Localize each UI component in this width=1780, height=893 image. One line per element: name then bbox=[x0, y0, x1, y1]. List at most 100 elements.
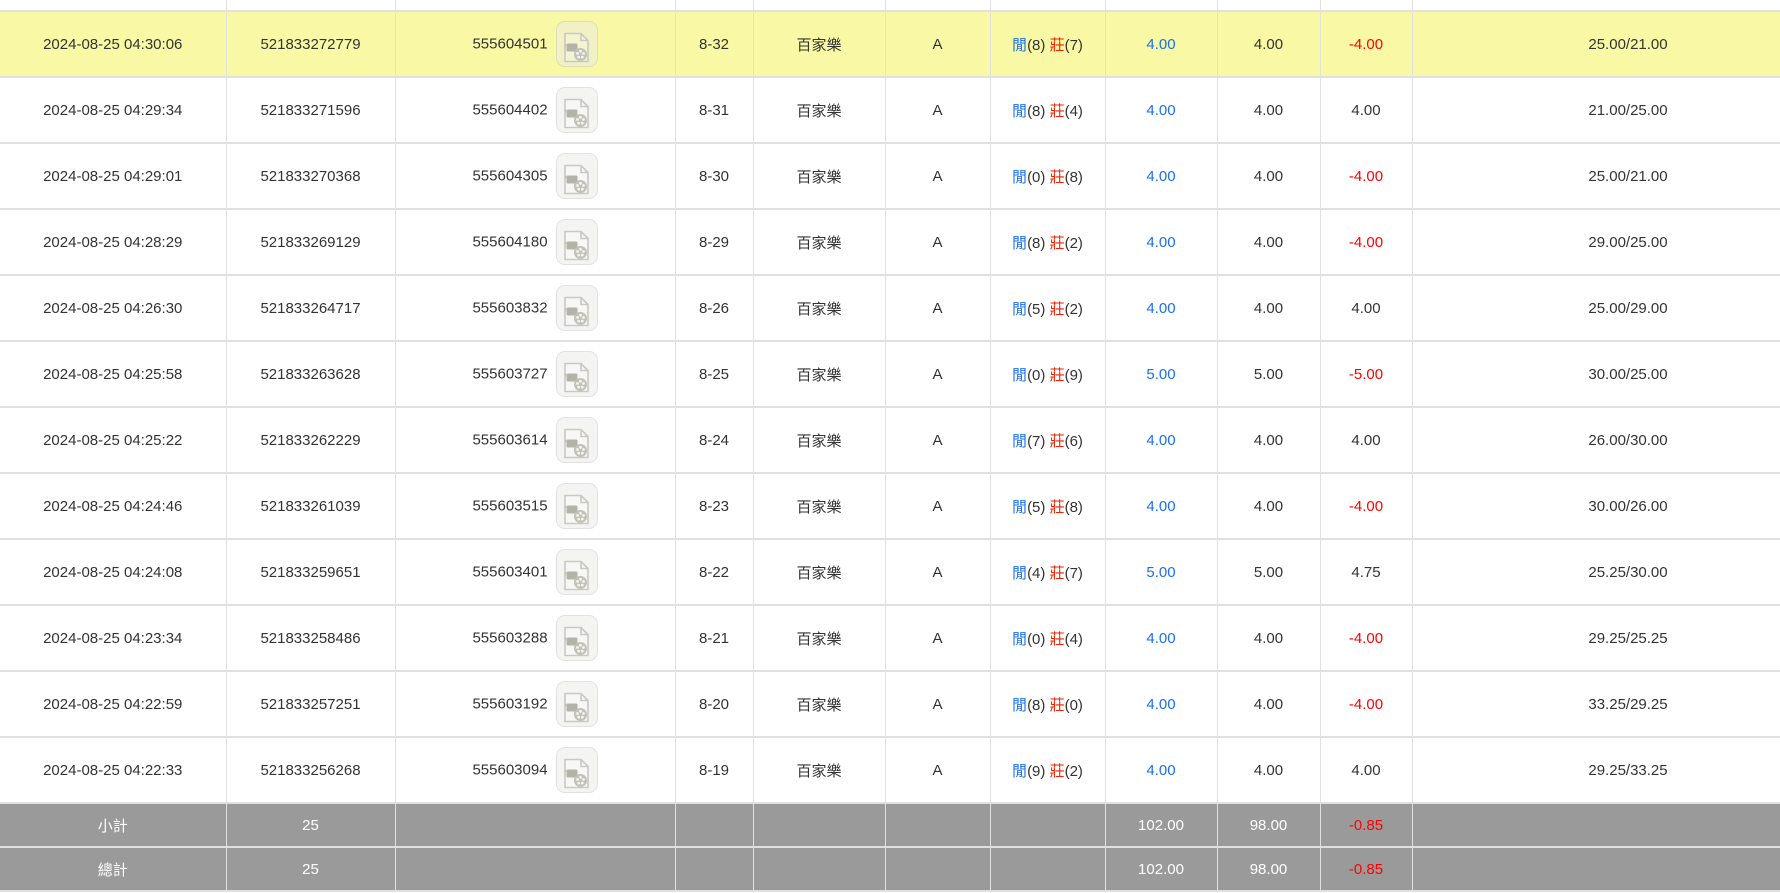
game-type-cell: 百家樂 bbox=[753, 671, 885, 737]
win-loss-cell: 4.00 bbox=[1320, 407, 1412, 473]
banker-score: (2) bbox=[1065, 763, 1083, 780]
round-id-cell: 555603515 bbox=[395, 473, 675, 539]
balance-cell: 30.00/26.00 bbox=[1412, 473, 1780, 539]
replay-video-button[interactable] bbox=[556, 153, 598, 199]
balance-cell: 25.00/29.00 bbox=[1412, 275, 1780, 341]
round-id-text: 555603515 bbox=[472, 498, 547, 515]
player-label: 閒 bbox=[1012, 565, 1027, 582]
summary-valid-bet-cell: 98.00 bbox=[1217, 847, 1320, 891]
table-row: 2024-08-25 04:29:01 521833270368 5556043… bbox=[0, 143, 1780, 209]
bet-amount-link[interactable]: 4.00 bbox=[1146, 234, 1175, 251]
time-cell: 2024-08-25 04:22:59 bbox=[0, 671, 226, 737]
bet-id-cell: 521833264717 bbox=[226, 275, 395, 341]
table-code-cell: A bbox=[885, 605, 990, 671]
bet-amount-link[interactable]: 5.00 bbox=[1146, 564, 1175, 581]
video-file-icon bbox=[563, 296, 590, 327]
table-row: 2024-08-25 04:26:30 521833264717 5556038… bbox=[0, 275, 1780, 341]
replay-video-button[interactable] bbox=[556, 219, 598, 265]
player-label: 閒 bbox=[1012, 367, 1027, 384]
summary-win-loss-cell: -0.85 bbox=[1320, 847, 1412, 891]
bet-amount-link[interactable]: 4.00 bbox=[1146, 696, 1175, 713]
round-id-cell: 555604501 bbox=[395, 11, 675, 77]
banker-label: 莊 bbox=[1050, 763, 1065, 780]
game-type-cell: 百家樂 bbox=[753, 77, 885, 143]
round-id-cell: 555603192 bbox=[395, 671, 675, 737]
replay-video-button[interactable] bbox=[556, 615, 598, 661]
balance-cell: 33.25/29.25 bbox=[1412, 671, 1780, 737]
bet-amount-cell: 5.00 bbox=[1105, 539, 1217, 605]
round-id-cell: 555603727 bbox=[395, 341, 675, 407]
win-loss-cell: -4.00 bbox=[1320, 209, 1412, 275]
player-label: 閒 bbox=[1012, 433, 1027, 450]
replay-video-button[interactable] bbox=[556, 747, 598, 793]
banker-score: (8) bbox=[1065, 169, 1083, 186]
result-cell: 閒(9) 莊(2) bbox=[990, 737, 1105, 803]
video-file-icon bbox=[563, 98, 590, 129]
valid-bet-cell: 4.00 bbox=[1217, 473, 1320, 539]
table-row: 2024-08-25 04:28:29 521833269129 5556041… bbox=[0, 209, 1780, 275]
round-id-cell: 555603401 bbox=[395, 539, 675, 605]
game-type-cell: 百家樂 bbox=[753, 473, 885, 539]
banker-score: (2) bbox=[1065, 235, 1083, 252]
win-loss-cell: -5.00 bbox=[1320, 341, 1412, 407]
bet-id-cell: 521833271596 bbox=[226, 77, 395, 143]
banker-score: (6) bbox=[1065, 433, 1083, 450]
replay-video-button[interactable] bbox=[556, 21, 598, 67]
table-round-cell: 8-31 bbox=[675, 77, 753, 143]
valid-bet-cell: 4.00 bbox=[1217, 275, 1320, 341]
bet-amount-link[interactable]: 4.00 bbox=[1146, 168, 1175, 185]
replay-video-button[interactable] bbox=[556, 681, 598, 727]
bet-amount-link[interactable]: 4.00 bbox=[1146, 630, 1175, 647]
table-row: 2024-08-25 04:23:34 521833258486 5556032… bbox=[0, 605, 1780, 671]
replay-video-button[interactable] bbox=[556, 285, 598, 331]
round-id-text: 555603288 bbox=[472, 630, 547, 647]
game-type-cell: 百家樂 bbox=[753, 341, 885, 407]
bet-amount-cell: 4.00 bbox=[1105, 407, 1217, 473]
bet-amount-cell: 4.00 bbox=[1105, 143, 1217, 209]
banker-score: (7) bbox=[1065, 37, 1083, 54]
table-code-cell: A bbox=[885, 11, 990, 77]
balance-cell: 25.25/30.00 bbox=[1412, 539, 1780, 605]
bet-amount-link[interactable]: 4.00 bbox=[1146, 432, 1175, 449]
summary-row: 總計 25 102.00 98.00 -0.85 bbox=[0, 847, 1780, 891]
replay-video-button[interactable] bbox=[556, 351, 598, 397]
replay-video-button[interactable] bbox=[556, 483, 598, 529]
bet-amount-cell: 4.00 bbox=[1105, 77, 1217, 143]
replay-video-button[interactable] bbox=[556, 549, 598, 595]
bet-amount-cell: 4.00 bbox=[1105, 473, 1217, 539]
bet-amount-link[interactable]: 5.00 bbox=[1146, 366, 1175, 383]
bet-history-rows: 2024-08-25 04:30:06 521833272779 5556045… bbox=[0, 0, 1780, 891]
replay-video-button[interactable] bbox=[556, 87, 598, 133]
bet-amount-cell: 4.00 bbox=[1105, 275, 1217, 341]
banker-label: 莊 bbox=[1050, 235, 1065, 252]
time-cell: 2024-08-25 04:28:29 bbox=[0, 209, 226, 275]
player-label: 閒 bbox=[1012, 169, 1027, 186]
replay-video-button[interactable] bbox=[556, 417, 598, 463]
player-score: (0) bbox=[1027, 631, 1045, 648]
banker-score: (4) bbox=[1065, 103, 1083, 120]
bet-amount-link[interactable]: 4.00 bbox=[1146, 762, 1175, 779]
bet-id-cell: 521833272779 bbox=[226, 11, 395, 77]
video-file-icon bbox=[563, 230, 590, 261]
table-round-cell: 8-32 bbox=[675, 11, 753, 77]
bet-amount-link[interactable]: 4.00 bbox=[1146, 36, 1175, 53]
summary-bet-amount-cell: 102.00 bbox=[1105, 847, 1217, 891]
game-type-cell: 百家樂 bbox=[753, 407, 885, 473]
game-type-cell: 百家樂 bbox=[753, 539, 885, 605]
bet-amount-link[interactable]: 4.00 bbox=[1146, 300, 1175, 317]
bet-amount-link[interactable]: 4.00 bbox=[1146, 498, 1175, 515]
banker-label: 莊 bbox=[1050, 169, 1065, 186]
valid-bet-cell: 4.00 bbox=[1217, 737, 1320, 803]
player-label: 閒 bbox=[1012, 697, 1027, 714]
bet-amount-link[interactable]: 4.00 bbox=[1146, 102, 1175, 119]
table-round-cell: 8-29 bbox=[675, 209, 753, 275]
bet-id-cell: 521833270368 bbox=[226, 143, 395, 209]
summary-count-cell: 25 bbox=[226, 847, 395, 891]
balance-cell: 29.25/25.25 bbox=[1412, 605, 1780, 671]
player-score: (9) bbox=[1027, 763, 1045, 780]
win-loss-cell: 4.00 bbox=[1320, 77, 1412, 143]
player-score: (0) bbox=[1027, 367, 1045, 384]
summary-label-cell: 總計 bbox=[0, 847, 226, 891]
banker-score: (0) bbox=[1065, 697, 1083, 714]
result-cell: 閒(8) 莊(0) bbox=[990, 671, 1105, 737]
